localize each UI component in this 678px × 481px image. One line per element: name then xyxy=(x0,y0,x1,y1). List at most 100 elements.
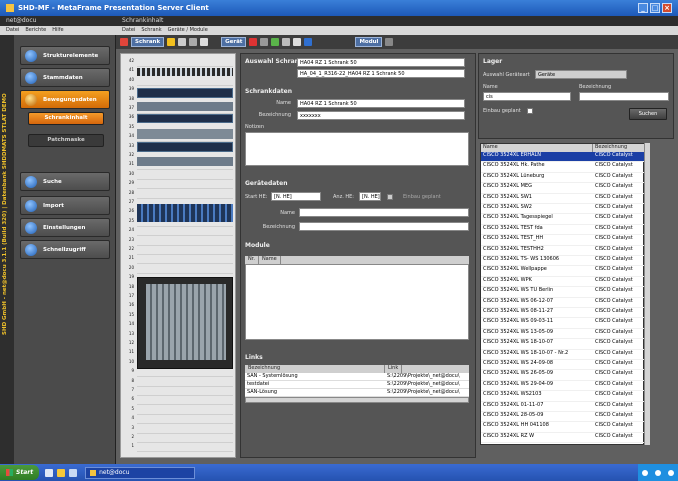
table-row[interactable]: SAN-Lösung S:\2209\Projekte\_net@docu\ xyxy=(245,389,469,397)
rack-unit-slot[interactable] xyxy=(137,186,233,190)
move-icon[interactable] xyxy=(260,38,269,46)
tray-icon[interactable] xyxy=(668,469,675,476)
lager-table[interactable]: Name Bezeichnung CISCO 3524XL ERHALN CISC… xyxy=(480,143,645,445)
rack-unit-slot[interactable] xyxy=(137,271,233,274)
rack-device-patch[interactable] xyxy=(137,68,233,76)
rack-unit-slot[interactable] xyxy=(137,224,233,227)
table-row[interactable]: CISCO 3524XL TESTHH2 CISCO Catalyst xyxy=(481,246,645,256)
table-row[interactable]: CISCO 3524XL WS 08-11-27 CISCO Catalyst xyxy=(481,308,645,319)
table-row[interactable]: testdatei S:\2209\Projekte\_net@docu\ xyxy=(245,381,469,389)
rack-unit-slot[interactable] xyxy=(137,449,233,453)
anz-he-field[interactable]: [N. HE] xyxy=(359,192,381,201)
quicklaunch-icon[interactable] xyxy=(69,468,78,477)
rack-unit-slot[interactable] xyxy=(137,421,233,425)
table-row[interactable]: CISCO 3524XL WS TU Berlin CISCO Catalyst xyxy=(481,287,645,298)
close-button[interactable]: × xyxy=(662,3,672,13)
table-row[interactable]: CISCO 3524XL WS 06-12-07 CISCO Catalyst xyxy=(481,298,645,308)
rack-unit-slot[interactable] xyxy=(137,440,233,443)
bezeichnung-field[interactable]: xxxxxxx xyxy=(297,111,465,120)
rack-unit-slot[interactable] xyxy=(137,243,233,246)
check-icon[interactable] xyxy=(271,38,280,46)
nav-suche[interactable]: Suche xyxy=(20,172,110,191)
table-row[interactable]: CISCO 3524XL TEST_HH CISCO Catalyst xyxy=(481,235,645,246)
table-row[interactable]: CISCO 3524XL WS2103 CISCO Catalyst xyxy=(481,391,645,402)
links-col-link[interactable]: Link xyxy=(385,365,403,373)
module-icon[interactable] xyxy=(385,38,394,46)
table-row[interactable]: CISCO 3524XL Lüneburg CISCO Catalyst xyxy=(481,173,645,184)
nav-schnellzugriff[interactable]: Schnellzugriff xyxy=(20,240,110,259)
table-row[interactable]: CISCO 3524XL WS 18-10-07 - Nr.2 CISCO Cat… xyxy=(481,350,645,360)
suchen-button[interactable]: Suchen xyxy=(629,108,667,120)
rack-unit-slot[interactable] xyxy=(137,83,233,86)
menu-geraete-module[interactable]: Geräte / Module xyxy=(168,27,208,34)
rack-unit-slot[interactable] xyxy=(137,167,233,171)
rack-unit-slot[interactable] xyxy=(137,384,233,387)
links-hscrollbar[interactable] xyxy=(245,397,469,403)
table-row[interactable]: CISCO 3524XL TS- WS 130606 CISCO Catalyst xyxy=(481,256,645,267)
lager-name-field[interactable]: cis xyxy=(483,92,571,101)
rack-device-switch[interactable] xyxy=(137,157,233,166)
menu-datei[interactable]: Datei xyxy=(6,27,19,34)
rack-unit-slot[interactable] xyxy=(137,402,233,406)
star-icon[interactable] xyxy=(167,38,176,46)
einbau-checkbox[interactable] xyxy=(387,194,393,200)
taskbar-item-netdocu[interactable]: net@docu xyxy=(85,466,196,479)
rack-unit-slot[interactable] xyxy=(137,261,233,265)
tray-icon[interactable] xyxy=(641,469,648,476)
module-col-name[interactable]: Name xyxy=(259,256,281,264)
table-row[interactable]: CISCO 3524XL WS 18-10-07 CISCO Catalyst xyxy=(481,339,645,350)
module-grid[interactable] xyxy=(245,264,469,340)
links-col-bezeichnung[interactable]: Bezeichnung xyxy=(245,365,385,373)
rack-device-blue[interactable] xyxy=(137,204,233,222)
nav-import[interactable]: Import xyxy=(20,196,110,215)
table-row[interactable]: CISCO 3524XL MEG CISCO Catalyst xyxy=(481,183,645,194)
lager-bez-field[interactable] xyxy=(579,92,669,101)
rack-unit-slot[interactable] xyxy=(137,393,233,396)
print-icon[interactable] xyxy=(178,38,187,46)
table-row[interactable]: CISCO 3524XL Hk. Pathe CISCO Catalyst xyxy=(481,162,645,173)
table-row[interactable]: CISCO 3524XL 01-11-07 CISCO Catalyst xyxy=(481,402,645,412)
table-row[interactable]: CISCO 3524XL Tagesspiegel CISCO Catalyst xyxy=(481,214,645,225)
table-row[interactable]: CISCO 3524XL WS 13-05-09 CISCO Catalyst xyxy=(481,329,645,340)
rack-unit-slot[interactable] xyxy=(137,196,233,199)
rack-unit-slot[interactable] xyxy=(137,177,233,180)
quicklaunch-icon[interactable] xyxy=(57,468,66,477)
rack-view[interactable]: 42 41 40 39 38 37 36 35 34 33 32 31 30 29 28 27 26 25 24 23… xyxy=(120,53,236,458)
sub-patchmaske[interactable]: Patchmaske xyxy=(28,134,104,147)
rack-device-switch[interactable] xyxy=(137,88,233,98)
nav-einstellungen[interactable]: Einstellungen xyxy=(20,218,110,237)
edit-icon[interactable] xyxy=(189,38,198,46)
tab-modul[interactable]: Modul xyxy=(355,37,383,47)
start-he-field[interactable]: [N. HE] xyxy=(271,192,321,201)
lager-einbau-checkbox[interactable] xyxy=(527,108,533,114)
quicklaunch-icon[interactable] xyxy=(45,468,54,477)
rack-unit-slot[interactable] xyxy=(137,233,233,237)
rack-unit-slot[interactable] xyxy=(137,64,233,67)
table-row[interactable]: CISCO 3524XL SW1 CISCO Catalyst xyxy=(481,194,645,204)
table-row[interactable]: CISCO 3524XL TEST fda CISCO Catalyst xyxy=(481,225,645,236)
menu-datei[interactable]: Datei xyxy=(122,27,135,34)
name-field[interactable]: HA04 RZ 1 Schrank 50 xyxy=(297,99,465,108)
sub-schrankinhalt[interactable]: Schrankinhalt xyxy=(28,112,104,125)
nav-bewegungsdaten[interactable]: Bewegungsdaten xyxy=(20,90,110,109)
table-row[interactable]: CISCO 3524XL WPK CISCO Catalyst xyxy=(481,277,645,288)
col-bezeichnung[interactable]: Bezeichnung xyxy=(593,144,645,152)
minimize-button[interactable]: _ xyxy=(638,3,648,13)
geraeteart-select[interactable]: Geräte xyxy=(535,70,627,79)
menu-schrank[interactable]: Schrank xyxy=(141,27,161,34)
lager-vscrollbar[interactable] xyxy=(644,143,650,445)
tab-geraet[interactable]: Gerät xyxy=(221,37,247,47)
rack-unit-slot[interactable] xyxy=(137,412,233,415)
start-button[interactable]: Start xyxy=(0,465,40,480)
info-icon[interactable] xyxy=(304,38,313,46)
tray-icon[interactable] xyxy=(654,469,661,476)
nav-stammdaten[interactable]: Stammdaten xyxy=(20,68,110,87)
rack-device-server[interactable] xyxy=(137,277,233,369)
table-row[interactable]: CISCO 3524XL WS 26-05-09 CISCO Catalyst xyxy=(481,370,645,381)
table-row[interactable]: CISCO 3524XL WS 24-09-08 CISCO Catalyst xyxy=(481,360,645,371)
table-row[interactable]: CISCO 3524XL ERHALN CISCO Catalyst xyxy=(481,152,645,163)
col-name[interactable]: Name xyxy=(481,144,593,152)
table-row[interactable]: CISCO 3524XL WS 29-04-09 CISCO Catalyst xyxy=(481,381,645,392)
rack-device-switch[interactable] xyxy=(137,102,233,111)
rack-device-switch[interactable] xyxy=(137,114,233,123)
